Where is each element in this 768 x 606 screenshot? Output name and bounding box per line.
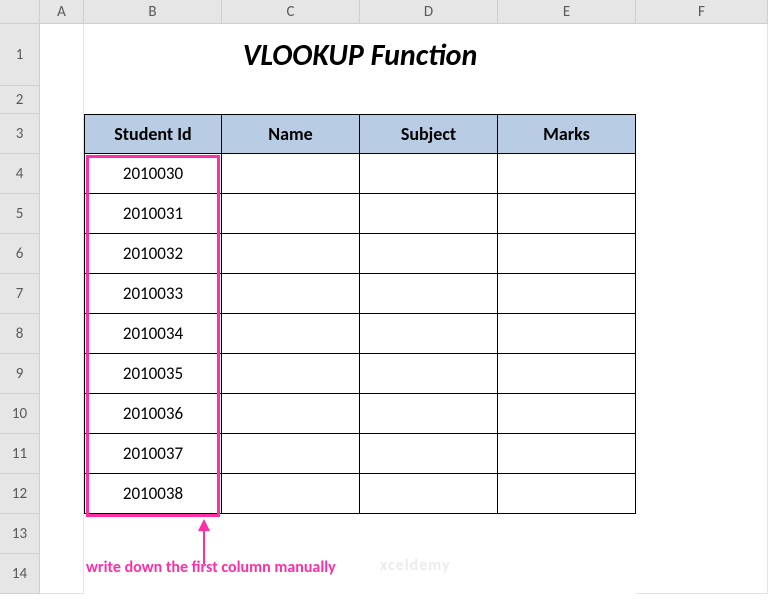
row-header-2[interactable]: 2 [0, 86, 40, 114]
cell-E11[interactable] [497, 433, 636, 474]
row-header-4[interactable]: 4 [0, 154, 40, 194]
cell-D6[interactable] [359, 233, 498, 274]
cell-C7[interactable] [221, 273, 360, 314]
col-header-D[interactable]: D [360, 0, 498, 24]
col-A-area[interactable] [40, 24, 84, 594]
arrow-icon [198, 519, 210, 531]
row-header-10[interactable]: 10 [0, 394, 40, 434]
cell-B5[interactable]: 2010031 [84, 193, 222, 234]
cell-C12[interactable] [221, 473, 360, 514]
row-header-5[interactable]: 5 [0, 194, 40, 234]
row-header-1[interactable]: 1 [0, 24, 40, 86]
watermark: xceldemy [380, 556, 451, 575]
row-header-14[interactable]: 14 [0, 554, 40, 594]
cell-B6[interactable]: 2010032 [84, 233, 222, 274]
col-header-F[interactable]: F [636, 0, 768, 24]
cell-E4[interactable] [497, 153, 636, 194]
th-subject[interactable]: Subject [359, 114, 498, 154]
cell-C9[interactable] [221, 353, 360, 394]
cell-D12[interactable] [359, 473, 498, 514]
cell-B4[interactable]: 2010030 [84, 153, 222, 194]
cell-B9[interactable]: 2010035 [84, 353, 222, 394]
th-name[interactable]: Name [221, 114, 360, 154]
row-header-9[interactable]: 9 [0, 354, 40, 394]
col-header-C[interactable]: C [222, 0, 360, 24]
select-all-corner[interactable] [0, 0, 40, 24]
cell-B8[interactable]: 2010034 [84, 313, 222, 354]
arrow-stem [203, 530, 205, 564]
row-header-13[interactable]: 13 [0, 514, 40, 554]
cell-B10[interactable]: 2010036 [84, 393, 222, 434]
row-header-8[interactable]: 8 [0, 314, 40, 354]
cell-B7[interactable]: 2010033 [84, 273, 222, 314]
cell-B12[interactable]: 2010038 [84, 473, 222, 514]
cell-D5[interactable] [359, 193, 498, 234]
col-header-B[interactable]: B [84, 0, 222, 24]
row-header-6[interactable]: 6 [0, 234, 40, 274]
cell-D8[interactable] [359, 313, 498, 354]
row-header-11[interactable]: 11 [0, 434, 40, 474]
cell-E8[interactable] [497, 313, 636, 354]
annotation-text: write down the first column manually [86, 558, 336, 577]
cell-D9[interactable] [359, 353, 498, 394]
cell-C10[interactable] [221, 393, 360, 434]
th-student-id[interactable]: Student Id [84, 114, 222, 154]
spreadsheet-grid: A B C D E F 1 2 3 4 5 6 7 8 9 10 11 12 1… [0, 0, 768, 606]
row-header-3[interactable]: 3 [0, 114, 40, 154]
cell-D11[interactable] [359, 433, 498, 474]
cell-B11[interactable]: 2010037 [84, 433, 222, 474]
cell-C8[interactable] [221, 313, 360, 354]
cell-E10[interactable] [497, 393, 636, 434]
cell-C6[interactable] [221, 233, 360, 274]
cell-C4[interactable] [221, 153, 360, 194]
cell-D7[interactable] [359, 273, 498, 314]
row-header-12[interactable]: 12 [0, 474, 40, 514]
col-header-E[interactable]: E [498, 0, 636, 24]
cell-E5[interactable] [497, 193, 636, 234]
col-F-area[interactable] [636, 24, 768, 594]
cell-D10[interactable] [359, 393, 498, 434]
cell-D4[interactable] [359, 153, 498, 194]
row-header-7[interactable]: 7 [0, 274, 40, 314]
cell-C11[interactable] [221, 433, 360, 474]
col-header-A[interactable]: A [40, 0, 84, 24]
cell-E7[interactable] [497, 273, 636, 314]
page-title[interactable]: VLOOKUP Function [84, 24, 636, 86]
cell-E9[interactable] [497, 353, 636, 394]
th-marks[interactable]: Marks [497, 114, 636, 154]
cell-E6[interactable] [497, 233, 636, 274]
cell-E12[interactable] [497, 473, 636, 514]
cell-C5[interactable] [221, 193, 360, 234]
